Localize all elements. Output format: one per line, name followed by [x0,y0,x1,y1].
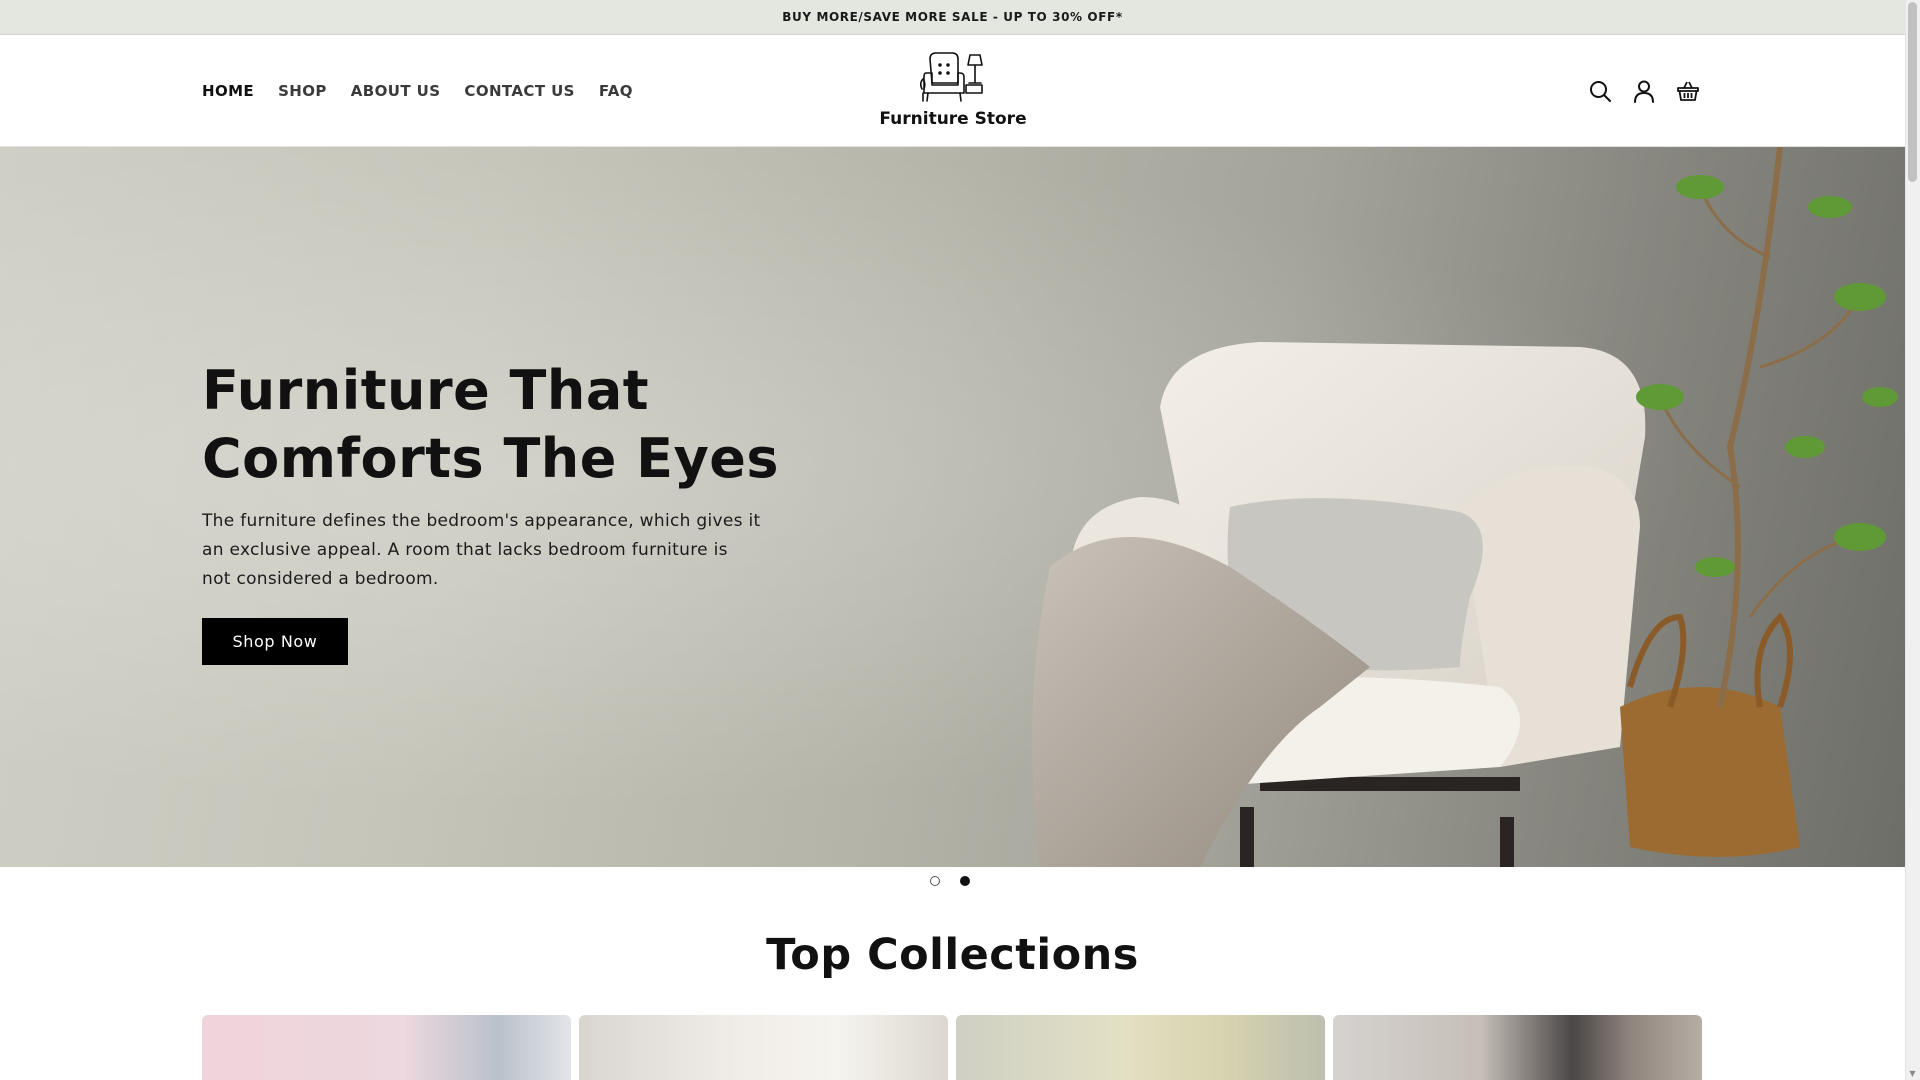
armchair-with-plant-image [1032,147,1898,867]
collection-card[interactable] [956,1015,1325,1080]
cart-basket-icon[interactable] [1676,79,1700,103]
announcement-text: BUY MORE/SAVE MORE SALE - UP TO 30% OFF* [782,10,1123,24]
nav-item-faq[interactable]: FAQ [599,82,633,100]
logo-text: Furniture Store [879,109,1027,129]
hero-description: The furniture defines the bedroom's appe… [202,511,761,589]
site-header: HOME SHOP ABOUT US CONTACT US FAQ Furnit… [0,35,1905,147]
top-collections-title: Top Collections [766,930,1139,980]
scroll-down-arrow-icon[interactable]: ▼ [1908,1069,1917,1078]
collection-card[interactable] [202,1015,571,1080]
nav-item-home[interactable]: HOME [202,82,254,100]
nav-item-about-us[interactable]: ABOUT US [351,82,441,100]
slider-dot-1[interactable] [930,876,940,886]
account-icon[interactable] [1632,79,1656,103]
armchair-logo-icon [920,52,983,102]
announcement-bar: BUY MORE/SAVE MORE SALE - UP TO 30% OFF* [0,0,1905,35]
collections-grid [202,1015,1702,1080]
hero-banner: Furniture That Comforts The Eyes The fur… [0,147,1905,867]
page-scrollbar[interactable]: ▼ [1905,0,1920,1080]
slider-dot-2[interactable] [960,876,970,886]
hero-title-line1: Furniture That [202,359,650,422]
site-logo[interactable]: Furniture Store [879,49,1027,133]
collection-card[interactable] [579,1015,948,1080]
search-icon[interactable] [1588,79,1612,103]
header-actions [1588,35,1700,147]
slider-pagination [930,876,970,886]
hero-title-line2: Comforts The Eyes [202,427,780,490]
main-nav: HOME SHOP ABOUT US CONTACT US FAQ [202,35,633,147]
nav-item-contact-us[interactable]: CONTACT US [464,82,574,100]
hero-content: Furniture That Comforts The Eyes The fur… [202,357,782,665]
nav-item-shop[interactable]: SHOP [278,82,327,100]
shop-now-button[interactable]: Shop Now [202,618,348,665]
collection-card[interactable] [1333,1015,1702,1080]
scrollbar-thumb[interactable] [1908,2,1917,182]
hero-title: Furniture That Comforts The Eyes [202,357,782,493]
